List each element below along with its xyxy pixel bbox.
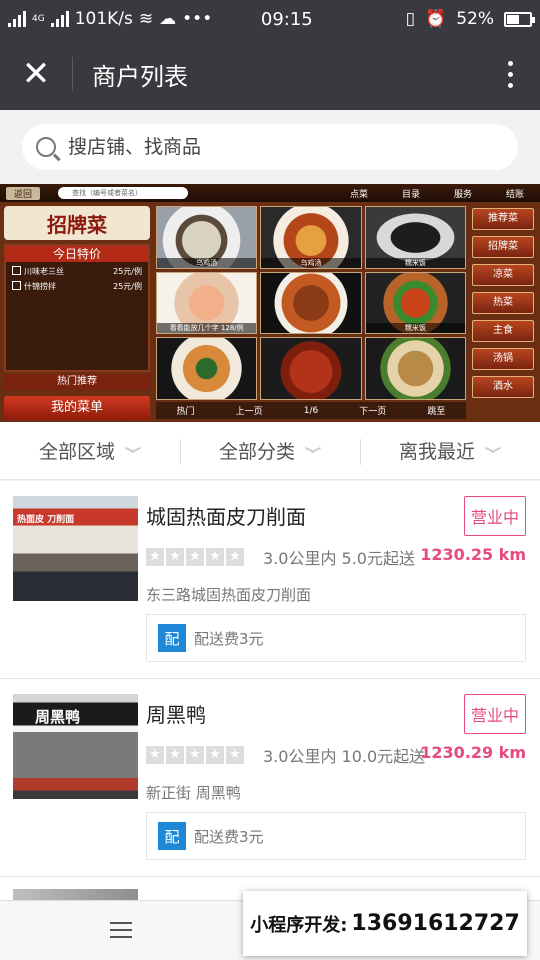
star-icon: ★	[146, 548, 164, 566]
star-icon: ★	[146, 746, 164, 764]
dish-image: 看看能放几个字 128/例	[156, 271, 258, 335]
store-delivery-range: 3.0公里内 10.0元起送	[263, 747, 426, 766]
battery-percent: 52%	[456, 9, 494, 29]
signal-icon	[8, 11, 26, 27]
delivery-info: 配 配送费3元	[146, 614, 526, 662]
dish-image: 乌鸡汤	[260, 206, 362, 269]
search-bar	[0, 110, 540, 184]
dish-image: 乌鸡汤	[156, 206, 258, 269]
nav-divider	[72, 57, 73, 91]
store-address: 东三路城固热面皮刀削面	[146, 586, 312, 604]
banner-dish-grid: 乌鸡汤 乌鸡汤 糯米饭 看看能放几个字 128/例 糯米饭	[156, 206, 466, 400]
banner-topbar: 返回 查找（编号或者菜名） 点菜 目录 服务 结账	[0, 184, 540, 202]
delivery-badge-icon: 配	[158, 624, 186, 652]
store-thumbnail: 周黑鸭	[13, 694, 138, 799]
store-sign: 热面皮 刀削面	[17, 515, 75, 525]
star-icon: ★	[206, 548, 224, 566]
dish-image	[156, 337, 258, 400]
dish-image	[260, 337, 362, 400]
ad-banner[interactable]: 小程序开发: 13691612727	[243, 891, 527, 956]
nav-bar: ✕ 商户列表	[0, 38, 540, 110]
alarm-icon: ⏰	[425, 9, 447, 29]
dish-image	[364, 337, 466, 400]
star-icon: ★	[186, 746, 204, 764]
store-distance: 1230.29 km	[420, 743, 526, 762]
hamburger-menu-icon[interactable]	[110, 922, 132, 938]
dish-image: 糯米饭	[364, 206, 466, 269]
store-name: 城固热面皮刀削面	[146, 505, 306, 529]
delivery-badge-icon: 配	[158, 822, 186, 850]
banner-special-panel: 今日特价 川味老三丝 25元/例 什锦捞拌 25元/例	[4, 244, 150, 372]
page-title: 商户列表	[92, 62, 188, 91]
delivery-fee: 配送费3元	[194, 629, 264, 648]
rating-stars: ★ ★ ★ ★ ★	[146, 548, 244, 566]
star-icon: ★	[226, 548, 244, 566]
store-list: 热面皮 刀削面 城固热面皮刀削面 营业中 ★ ★ ★ ★ ★ 3.0公里内 5.…	[0, 481, 540, 907]
store-distance: 1230.25 km	[420, 545, 526, 564]
delivery-fee: 配送费3元	[194, 827, 264, 846]
status-badge: 营业中	[464, 496, 526, 536]
star-icon: ★	[166, 548, 184, 566]
banner-search: 查找（编号或者菜名）	[58, 187, 189, 199]
filter-sort[interactable]: 离我最近	[360, 437, 540, 465]
filter-category[interactable]: 全部分类	[180, 437, 360, 465]
wifi-icon: ≋	[138, 9, 154, 29]
network-speed: 101K/s	[74, 9, 133, 29]
ad-label: 小程序开发:	[250, 914, 348, 936]
banner-back: 返回	[6, 186, 41, 200]
close-button[interactable]: ✕	[0, 38, 72, 110]
store-delivery-range: 3.0公里内 5.0元起送	[263, 549, 415, 568]
search-icon	[36, 137, 56, 157]
store-card[interactable]: 周黑鸭 周黑鸭 营业中 ★ ★ ★ ★ ★ 3.0公里内 10.0元起送 123…	[0, 679, 540, 877]
ad-phone: 13691612727	[351, 911, 520, 936]
star-icon: ★	[166, 746, 184, 764]
search-input[interactable]	[68, 136, 468, 158]
dish-image: 糯米饭	[364, 271, 466, 335]
star-icon: ★	[206, 746, 224, 764]
store-name: 周黑鸭	[146, 703, 206, 727]
chevron-down-icon	[485, 447, 501, 455]
network-type: 4G	[32, 13, 45, 24]
banner-my-menu: 我的菜单	[4, 396, 150, 420]
rating-stars: ★ ★ ★ ★ ★	[146, 746, 244, 764]
banner-hot: 热门推荐	[4, 374, 150, 390]
delivery-info: 配 配送费3元	[146, 812, 526, 860]
store-thumbnail: 热面皮 刀削面	[13, 496, 138, 601]
signal-icon-2	[50, 11, 69, 27]
chevron-down-icon	[305, 447, 321, 455]
vibrate-icon: ▯	[405, 9, 416, 29]
close-icon: ✕	[21, 54, 51, 94]
dish-image	[260, 271, 362, 335]
promo-banner[interactable]: 返回 查找（编号或者菜名） 点菜 目录 服务 结账 招牌菜 今日特价 川味老三丝…	[0, 184, 540, 422]
store-address: 新正街 周黑鸭	[146, 784, 241, 802]
filter-bar: 全部区域 全部分类 离我最近	[0, 422, 540, 480]
status-bar: 4G 101K/s ≋ ☁ ••• 09:15 ▯ ⏰ 52%	[0, 0, 540, 38]
battery-icon	[504, 11, 535, 27]
status-badge: 营业中	[464, 694, 526, 734]
search-box[interactable]	[22, 124, 518, 170]
star-icon: ★	[186, 548, 204, 566]
star-icon: ★	[226, 746, 244, 764]
banner-categories: 推荐菜 招牌菜 凉菜 热菜 主食 汤锅 酒水	[472, 208, 534, 398]
clock: 09:15	[260, 8, 313, 30]
banner-logo: 招牌菜	[4, 206, 150, 240]
banner-menu: 点菜 目录 服务 结账	[349, 189, 524, 200]
store-sign: 周黑鸭	[35, 708, 81, 726]
banner-pager: 热门 上一页 1/6 下一页 跳至	[156, 402, 466, 419]
more-menu-button[interactable]	[480, 60, 540, 88]
filter-area[interactable]: 全部区域	[0, 437, 180, 464]
chevron-down-icon	[125, 447, 141, 455]
store-card[interactable]: 热面皮 刀削面 城固热面皮刀削面 营业中 ★ ★ ★ ★ ★ 3.0公里内 5.…	[0, 481, 540, 679]
